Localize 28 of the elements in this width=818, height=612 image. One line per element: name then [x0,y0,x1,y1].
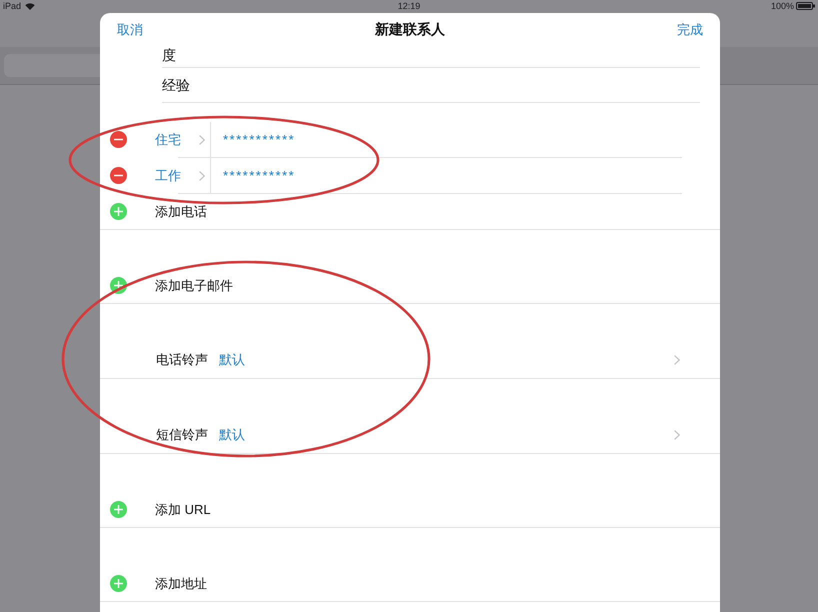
phone-number-field[interactable]: *********** [223,168,296,184]
add-item-label[interactable]: 添加电子邮件 [155,278,233,294]
battery-icon [796,2,815,10]
setting-value: 默认 [219,427,245,443]
setting-label[interactable]: 电话铃声 [156,352,208,368]
device-name: iPad [3,0,22,12]
status-time: 12:19 [398,0,420,12]
wifi-icon [25,2,36,10]
minus-circle-icon[interactable] [110,167,127,184]
add-item-label[interactable]: 添加电话 [155,204,207,220]
add-item-label[interactable]: 添加 URL [155,502,211,518]
phone-number-field[interactable]: *********** [223,132,296,148]
battery-percent: 100% [770,0,794,12]
chevron-icon [199,170,205,180]
text-field[interactable]: 度 [162,47,176,64]
search-field[interactable] [4,54,100,77]
plus-circle-icon[interactable] [110,277,127,294]
add-item-label[interactable]: 添加地址 [155,576,207,592]
setting-value: 默认 [219,352,245,368]
text-field[interactable]: 经验 [162,76,190,94]
cancel-button[interactable]: 取消 [117,22,143,38]
chevron-icon [674,355,680,365]
chevron-icon [199,134,205,144]
sheet-title: 新建联系人 [375,21,445,38]
chevron-icon [674,430,680,440]
done-button[interactable]: 完成 [677,22,703,38]
minus-circle-icon[interactable] [110,131,127,148]
setting-label[interactable]: 短信铃声 [156,427,208,443]
